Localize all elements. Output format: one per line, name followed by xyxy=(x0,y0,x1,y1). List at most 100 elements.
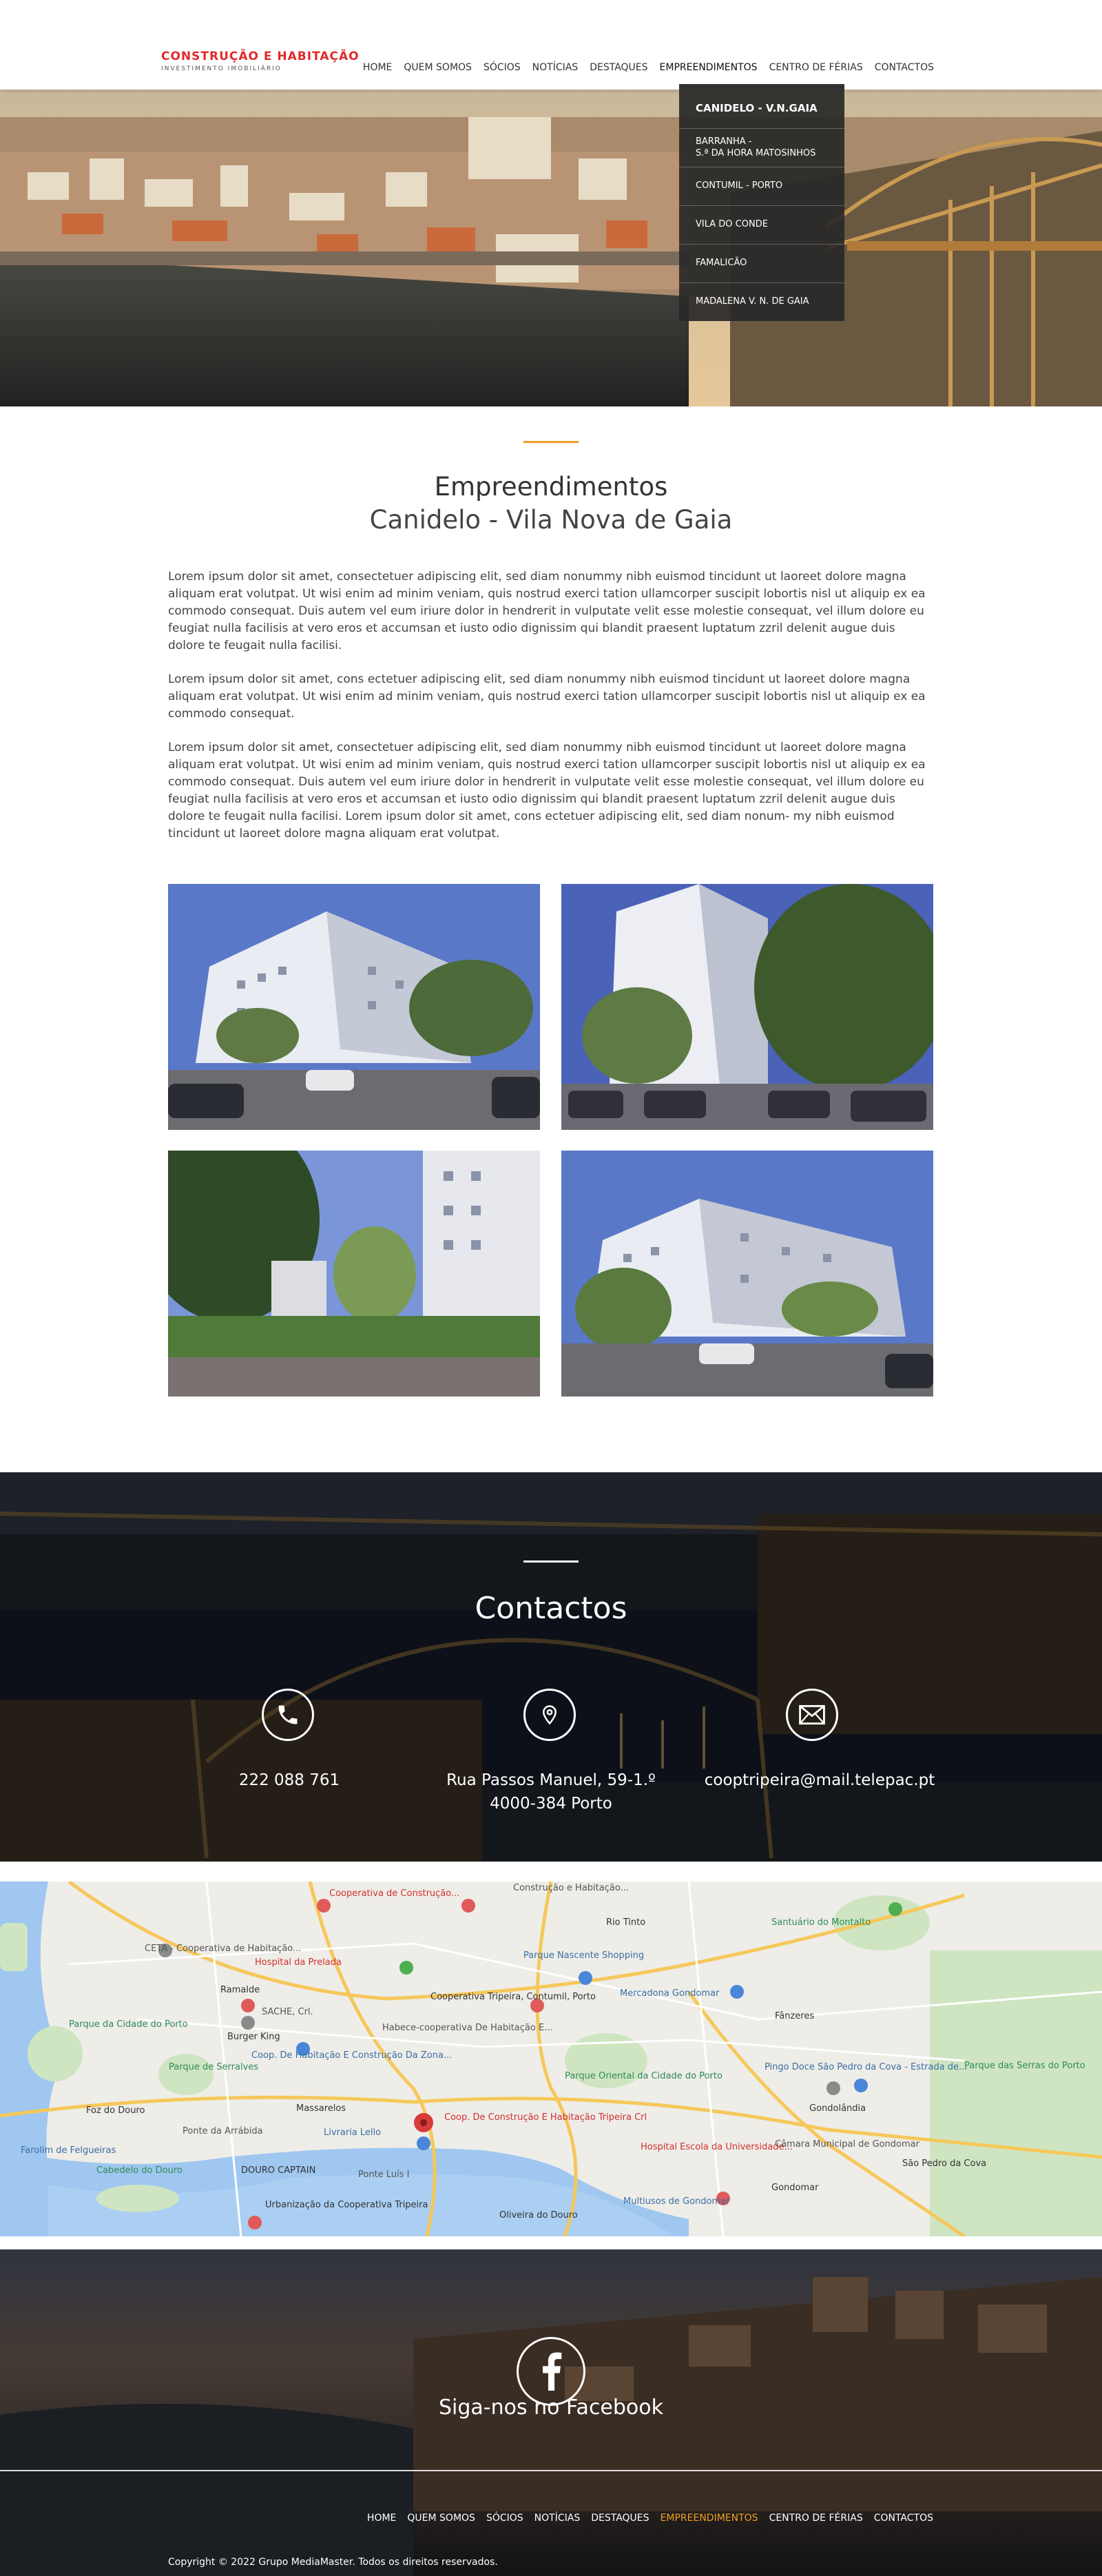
main-nav: HOME QUEM SOMOS SÓCIOS NOTÍCIAS DESTAQUE… xyxy=(351,62,934,73)
map-label: Gondolândia xyxy=(809,2103,866,2114)
map-label: Mercadona Gondomar xyxy=(620,1988,720,1999)
map-label: Coop. De Habitação E Construção Da Zona.… xyxy=(251,2050,453,2061)
map-label: Santuário do Montalto xyxy=(771,1917,871,1928)
dropdown-item-label: CANIDELO - V.N.GAIA xyxy=(696,102,818,115)
map-label: Burger King xyxy=(227,2032,280,2042)
footer-nav-centro-de-ferias[interactable]: CENTRO DE FÉRIAS xyxy=(769,2513,863,2524)
logo[interactable]: Construção e Habitação Investimento Imob… xyxy=(161,50,360,72)
gallery-photo[interactable] xyxy=(168,1151,540,1397)
nav-empreendimentos[interactable]: EMPREENDIMENTOS xyxy=(660,62,758,73)
location-pin-icon xyxy=(523,1689,576,1741)
dropdown-item-contumil[interactable]: CONTUMIL - PORTO xyxy=(679,167,844,205)
logo-subtitle: Investimento Imobiliário xyxy=(161,65,282,72)
map-label: DOURO CAPTAIN xyxy=(241,2165,316,2176)
map-label: Gondomar xyxy=(771,2183,819,2193)
map-label: Fânzeres xyxy=(775,2011,815,2021)
footer-divider xyxy=(0,2470,1102,2471)
contacts-section: Contactos 222 088 761 Rua Passos Manuel,… xyxy=(0,1472,1102,1862)
nav-destaques[interactable]: DESTAQUES xyxy=(590,62,647,73)
map-label: Ramalde xyxy=(220,1985,260,1995)
gallery-photo[interactable] xyxy=(561,1151,933,1397)
footer-nav-noticias[interactable]: NOTÍCIAS xyxy=(534,2513,581,2524)
map-label: Ponte da Arrábida xyxy=(183,2126,263,2136)
map-label: Parque de Serralves xyxy=(169,2062,259,2072)
footer-nav-socios[interactable]: SÓCIOS xyxy=(486,2513,523,2524)
map-label: Parque da Cidade do Porto xyxy=(69,2019,188,2030)
nav-contactos[interactable]: CONTACTOS xyxy=(875,62,934,73)
section-accent-line xyxy=(523,441,579,443)
map-label: Habece-cooperativa De Habitação E... xyxy=(382,2023,553,2033)
copyright: Copyright © 2022 Grupo MediaMaster. Todo… xyxy=(168,2557,498,2568)
footer-nav-quem-somos[interactable]: QUEM SOMOS xyxy=(407,2513,475,2524)
dropdown-item-label: FAMALICÃO xyxy=(696,258,747,269)
contact-address-line1: Rua Passos Manuel, 59-1.º xyxy=(446,1771,656,1789)
map-label: Parque Oriental da Cidade do Porto xyxy=(565,2071,722,2081)
map-label: Hospital Escola da Universidade... xyxy=(641,2142,793,2152)
map-label: Massarelos xyxy=(296,2103,346,2114)
page-title: Empreendimentos xyxy=(434,472,668,502)
footer-nav-home[interactable]: HOME xyxy=(367,2513,396,2524)
paragraph: Lorem ipsum dolor sit amet, consectetuer… xyxy=(168,570,926,652)
facebook-link-text[interactable]: Siga-nos no Facebook xyxy=(0,2395,1102,2420)
map-label: Foz do Douro xyxy=(86,2105,145,2116)
gallery-photo[interactable] xyxy=(561,884,933,1130)
nav-home[interactable]: HOME xyxy=(363,62,392,73)
map-label: Cooperativa Tripeira, Contumil, Porto xyxy=(430,1992,596,2002)
dropdown-item-label: CONTUMIL - PORTO xyxy=(696,181,783,192)
dropdown-item-label: BARRANHA - xyxy=(696,136,752,147)
map-label: CETA - Cooperativa de Habitação... xyxy=(145,1944,302,1954)
contact-address: Rua Passos Manuel, 59-1.º 4000-384 Porto xyxy=(427,1769,675,1815)
map-label: Oliveira do Douro xyxy=(499,2210,578,2220)
dropdown-item-label: VILA DO CONDE xyxy=(696,219,768,230)
map-label: Ponte Luís I xyxy=(358,2170,410,2180)
dropdown-item-canidelo[interactable]: CANIDELO - V.N.GAIA xyxy=(679,90,844,128)
site-footer: Siga-nos no Facebook HOME QUEM SOMOS SÓC… xyxy=(0,2249,1102,2576)
contact-phone[interactable]: 222 088 761 xyxy=(165,1769,413,1792)
map-label: Pingo Doce São Pedro da Cova - Estrada d… xyxy=(765,2062,968,2072)
map-label: SACHE, Crl. xyxy=(262,2007,313,2017)
nav-socios[interactable]: SÓCIOS xyxy=(484,62,521,73)
hero-image xyxy=(0,90,1102,406)
map-label: Parque Nascente Shopping xyxy=(523,1950,645,1961)
empreendimentos-dropdown: CANIDELO - V.N.GAIA BARRANHA - S.ª DA HO… xyxy=(679,84,844,321)
phone-icon xyxy=(262,1689,314,1741)
map-label: Rio Tinto xyxy=(606,1917,646,1928)
nav-noticias[interactable]: NOTÍCIAS xyxy=(532,62,579,73)
dropdown-item-famalicao[interactable]: FAMALICÃO xyxy=(679,244,844,282)
nav-centro-de-ferias[interactable]: CENTRO DE FÉRIAS xyxy=(769,62,863,73)
map-label: Coop. De Construção E Habitação Tripeira… xyxy=(444,2112,647,2123)
footer-nav: HOME QUEM SOMOS SÓCIOS NOTÍCIAS DESTAQUE… xyxy=(356,2513,933,2524)
dropdown-item-madalena[interactable]: MADALENA V. N. DE GAIA xyxy=(679,282,844,321)
nav-quem-somos[interactable]: QUEM SOMOS xyxy=(404,62,472,73)
envelope-icon xyxy=(786,1689,838,1741)
dropdown-item-vila-do-conde[interactable]: VILA DO CONDE xyxy=(679,205,844,244)
paragraph: Lorem ipsum dolor sit amet, cons ectetue… xyxy=(168,672,926,721)
map-label: Câmara Municipal de Gondomar xyxy=(775,2139,919,2150)
dropdown-item-label-line2: S.ª DA HORA MATOSINHOS xyxy=(696,147,816,158)
map-label: Construção e Habitação... xyxy=(513,1883,629,1893)
description: Lorem ipsum dolor sit amet, consectetuer… xyxy=(168,568,934,859)
dropdown-item-label: MADALENA V. N. DE GAIA xyxy=(696,296,809,307)
map-label: Urbanização da Cooperativa Tripeira xyxy=(265,2200,428,2210)
contacts-accent-line xyxy=(523,1560,579,1563)
map-label: Multiusos de Gondomar xyxy=(623,2196,730,2207)
footer-nav-destaques[interactable]: DESTAQUES xyxy=(591,2513,649,2524)
site-header: Construção e Habitação Investimento Imob… xyxy=(0,0,1102,90)
footer-nav-contactos[interactable]: CONTACTOS xyxy=(874,2513,933,2524)
page-subtitle: Canidelo - Vila Nova de Gaia xyxy=(369,505,733,535)
gallery-photo[interactable] xyxy=(168,884,540,1130)
map-label: Hospital da Prelada xyxy=(255,1957,342,1968)
logo-title: Construção e Habitação xyxy=(161,50,360,63)
map-label: Parque das Serras do Porto xyxy=(964,2061,1085,2071)
paragraph: Lorem ipsum dolor sit amet, consectetuer… xyxy=(168,741,926,841)
contact-email[interactable]: cooptripeira@mail.telepac.pt xyxy=(689,1769,950,1792)
map-label: São Pedro da Cova xyxy=(902,2158,987,2169)
location-map[interactable]: Cooperativa de Construção... Construção … xyxy=(0,1882,1102,2236)
contact-address-line2: 4000-384 Porto xyxy=(490,1795,612,1813)
dropdown-item-barranha[interactable]: BARRANHA - S.ª DA HORA MATOSINHOS xyxy=(679,128,844,167)
map-label: Farolim de Felgueiras xyxy=(21,2145,116,2156)
map-label: Cabedelo do Douro xyxy=(96,2165,183,2176)
footer-nav-empreendimentos[interactable]: EMPREENDIMENTOS xyxy=(661,2513,758,2524)
contacts-title: Contactos xyxy=(475,1591,627,1626)
map-label: Cooperativa de Construção... xyxy=(329,1888,460,1899)
